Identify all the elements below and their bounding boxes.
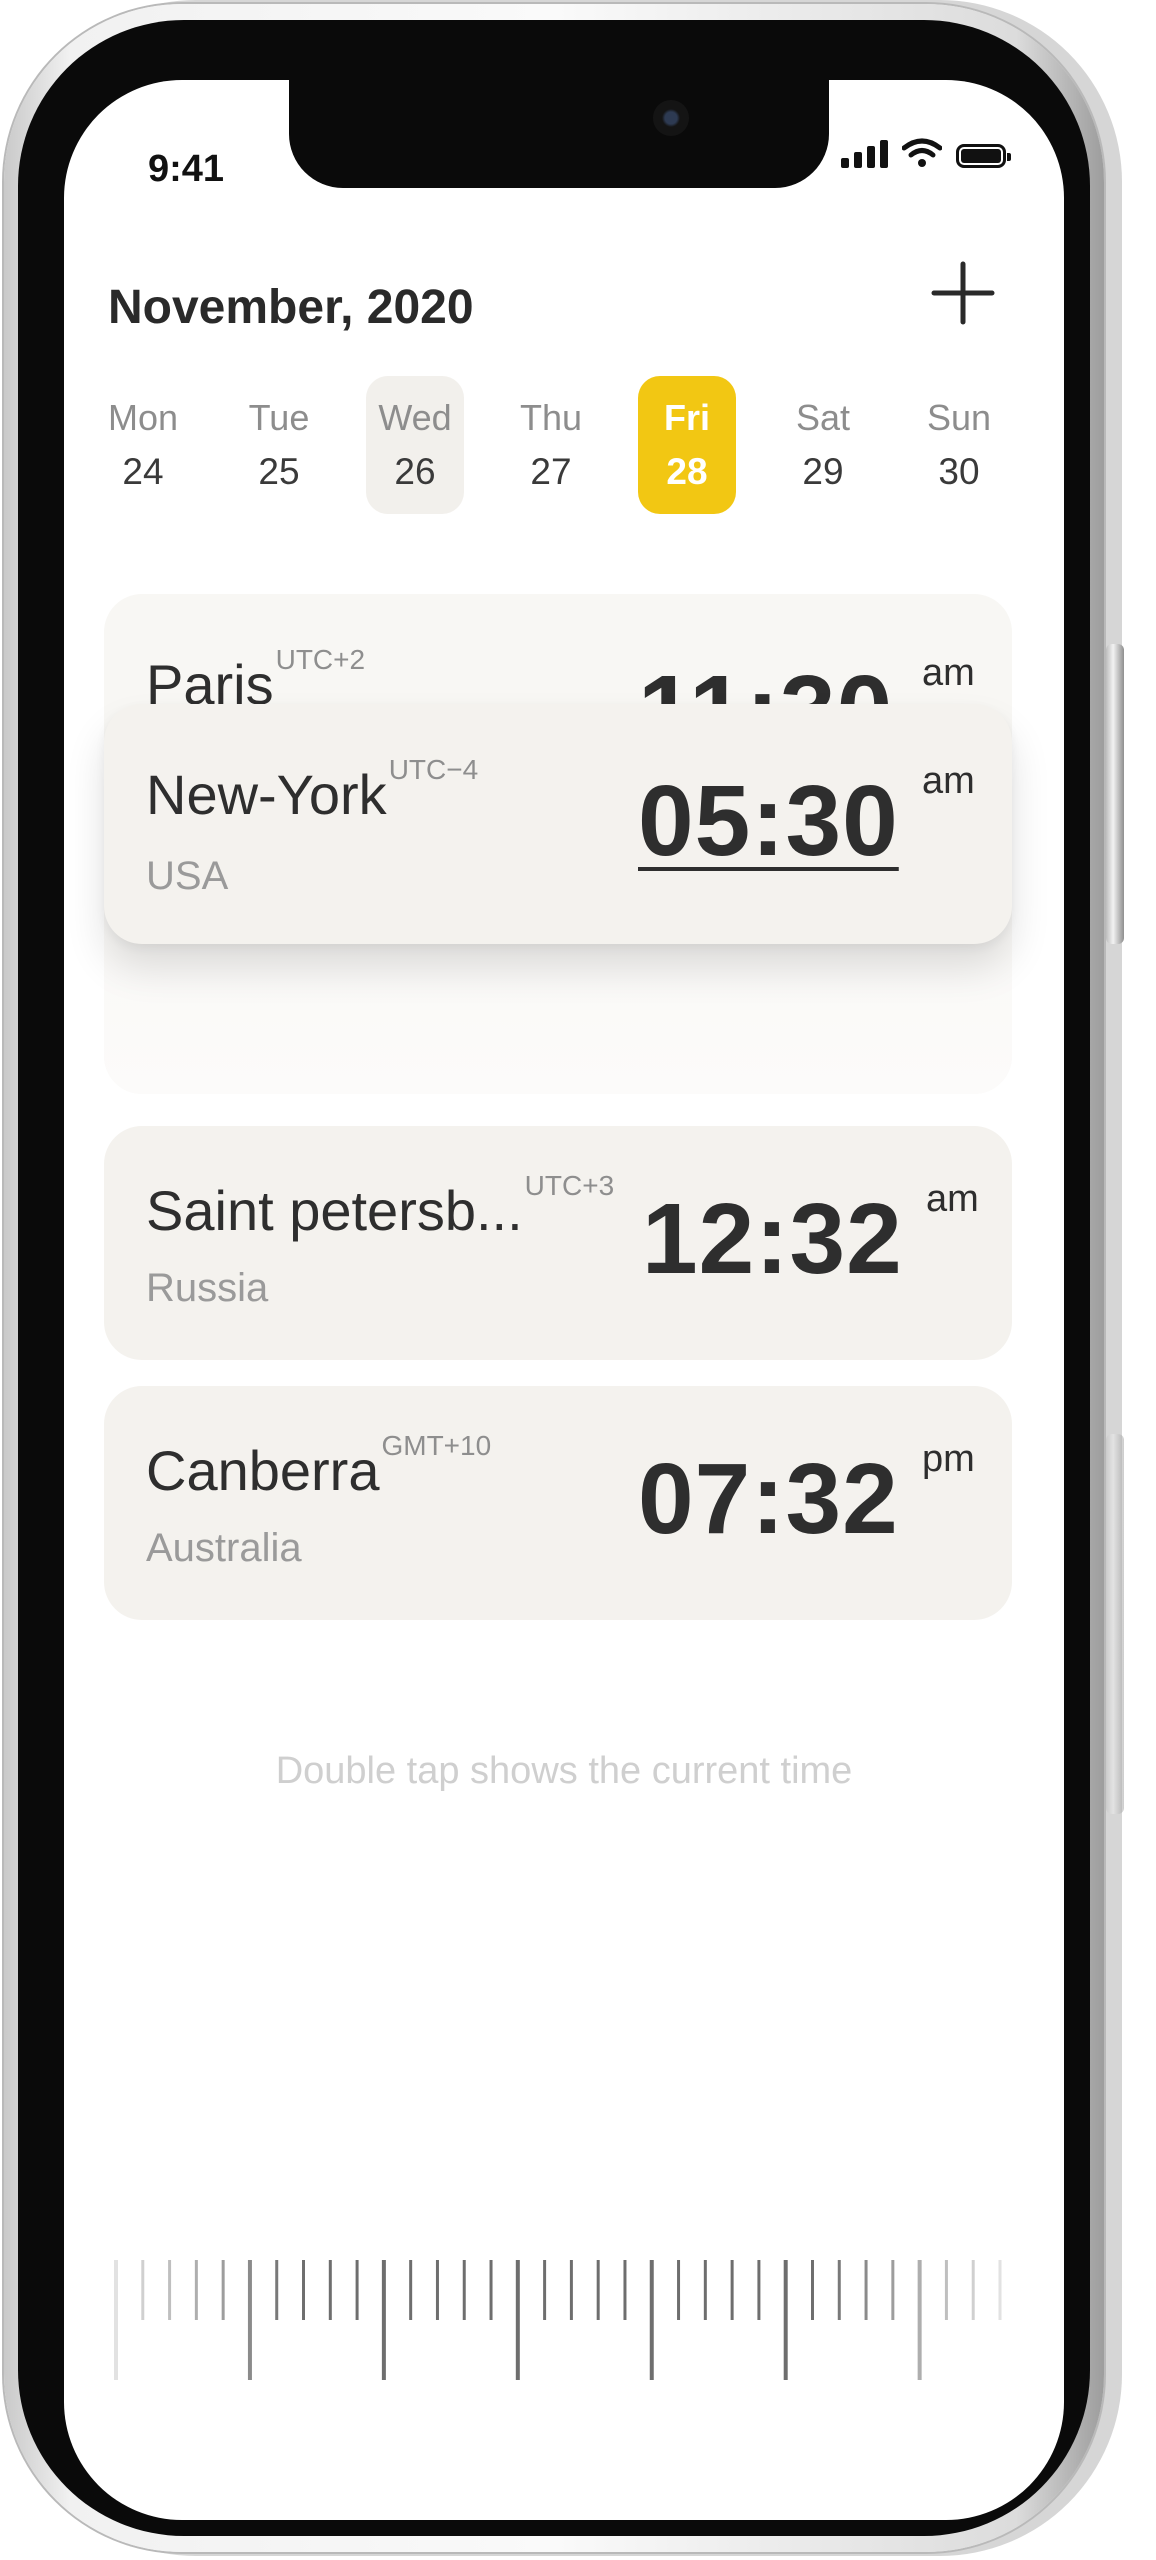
week-strip: Mon 24 Tue 25 Wed 26 Thu 27 Fri 28 Sat 2…	[94, 376, 1034, 526]
city-name: CanberraGMT+10	[146, 1430, 491, 1503]
day-sat[interactable]: Sat 29	[774, 376, 872, 514]
side-button	[1106, 644, 1124, 944]
city-name: New-YorkUTC−4	[146, 754, 478, 827]
volume-button	[1106, 1434, 1124, 1814]
city-card-saint-petersburg[interactable]: Saint petersb...UTC+3 Russia 12:32 am	[104, 1126, 1012, 1360]
am-pm: am	[926, 1178, 979, 1220]
day-tue[interactable]: Tue 25	[230, 376, 328, 514]
day-sun[interactable]: Sun 30	[910, 376, 1008, 514]
utc-offset: GMT+10	[381, 1430, 492, 1461]
utc-offset: UTC+3	[524, 1170, 615, 1201]
camera-icon	[653, 100, 689, 136]
am-pm: am	[922, 652, 975, 694]
country-name: Russia	[146, 1266, 269, 1310]
add-city-button[interactable]	[928, 258, 998, 328]
utc-offset: UTC+2	[275, 644, 366, 675]
day-name: Mon	[107, 397, 179, 438]
day-name: Tue	[248, 397, 310, 438]
am-pm: pm	[922, 1438, 975, 1480]
cellular-signal-icon	[841, 138, 888, 168]
city-label: Canberra	[146, 1439, 380, 1502]
day-date: 30	[938, 451, 980, 492]
phone-frame: 9:41 November, 2020 Mon 24 Tue 25 Wed 26…	[4, 4, 1124, 2552]
day-name: Sat	[795, 397, 851, 438]
city-label: Saint petersb...	[146, 1179, 523, 1242]
city-card-newyork[interactable]: New-YorkUTC−4 USA 05:30 am	[104, 704, 1012, 944]
time-ruler-slider[interactable]	[108, 2250, 1008, 2390]
day-wed[interactable]: Wed 26	[366, 376, 464, 514]
plus-icon	[931, 261, 995, 325]
status-icons	[841, 138, 1011, 168]
country-name: Australia	[146, 1526, 302, 1570]
day-date: 26	[394, 451, 436, 492]
day-name: Sun	[926, 397, 992, 438]
city-time[interactable]: 05:30	[638, 764, 899, 879]
day-date: 28	[666, 451, 708, 492]
wifi-icon	[902, 138, 942, 167]
day-fri-selected[interactable]: Fri 28	[638, 376, 736, 514]
day-name: Fri	[663, 397, 710, 438]
day-thu[interactable]: Thu 27	[502, 376, 600, 514]
city-name: Saint petersb...UTC+3	[146, 1170, 614, 1243]
day-name: Thu	[519, 397, 583, 438]
city-label: New-York	[146, 763, 387, 826]
city-time[interactable]: 07:32	[638, 1442, 899, 1557]
city-card-canberra[interactable]: CanberraGMT+10 Australia 07:32 pm	[104, 1386, 1012, 1620]
day-date: 25	[258, 451, 300, 492]
notch	[289, 80, 829, 188]
hint-text: Double tap shows the current time	[275, 1750, 853, 1792]
day-name: Wed	[378, 397, 452, 438]
status-time: 9:41	[148, 148, 225, 190]
page-title: November, 2020	[108, 281, 474, 334]
city-time[interactable]: 12:32	[642, 1182, 903, 1297]
screen: 9:41 November, 2020 Mon 24 Tue 25 Wed 26…	[64, 80, 1064, 2520]
day-date: 24	[122, 451, 164, 492]
am-pm: am	[922, 760, 975, 802]
ruler-ticks	[114, 2260, 1002, 2380]
utc-offset: UTC−4	[388, 754, 479, 785]
day-date: 29	[802, 451, 844, 492]
battery-icon	[956, 144, 1011, 168]
phone-bezel: 9:41 November, 2020 Mon 24 Tue 25 Wed 26…	[18, 20, 1090, 2536]
country-name: USA	[146, 854, 229, 898]
day-mon[interactable]: Mon 24	[94, 376, 192, 514]
day-date: 27	[530, 451, 572, 492]
